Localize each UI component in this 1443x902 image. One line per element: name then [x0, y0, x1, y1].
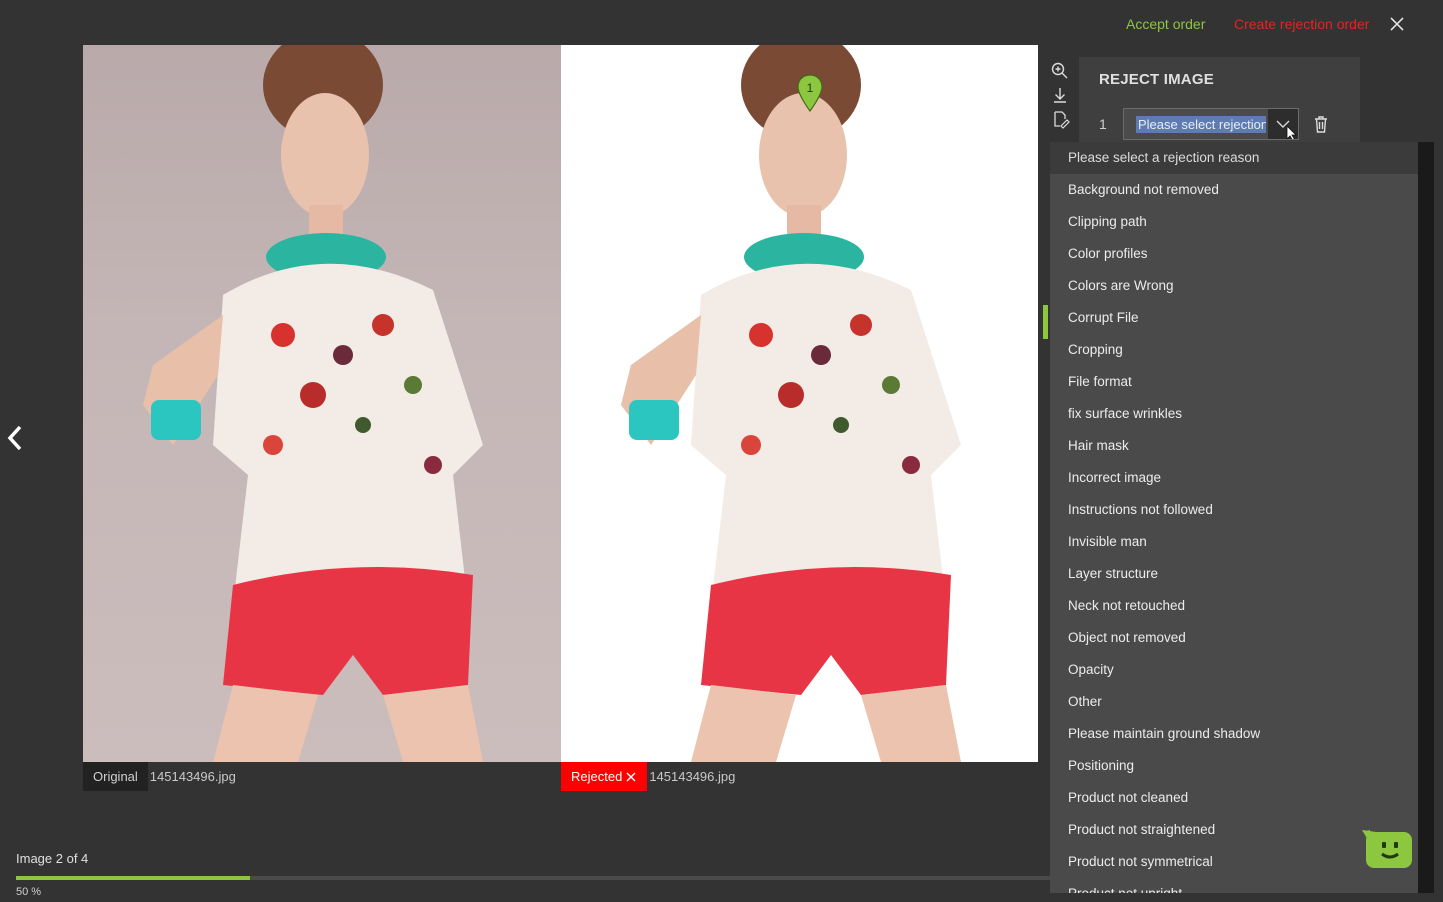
dropdown-option[interactable]: Product not cleaned: [1050, 782, 1418, 814]
original-image: [83, 45, 561, 762]
original-tag: Original: [83, 762, 148, 791]
dropdown-option[interactable]: Color profiles: [1050, 238, 1418, 270]
dropdown-option[interactable]: Invisible man: [1050, 526, 1418, 558]
marker-number: 1: [807, 81, 814, 95]
rejected-tag-label: Rejected: [571, 769, 623, 784]
rejection-row-number: 1: [1099, 116, 1107, 132]
annotate-icon[interactable]: [1049, 108, 1071, 130]
trash-icon[interactable]: [1312, 114, 1330, 134]
top-bar: Accept order Create rejection order: [0, 0, 1443, 48]
dropdown-option[interactable]: fix surface wrinkles: [1050, 398, 1418, 430]
dropdown-option[interactable]: Cropping: [1050, 334, 1418, 366]
active-indicator: [1043, 305, 1048, 339]
progress-fill: [16, 876, 250, 880]
dropdown-option[interactable]: Clipping path: [1050, 206, 1418, 238]
original-caption: Original 145143496.jpg: [83, 762, 236, 791]
chatbot-icon[interactable]: [1362, 830, 1414, 870]
model-photo-rejected: [621, 45, 961, 762]
dropdown-option[interactable]: Positioning: [1050, 750, 1418, 782]
dropdown-option[interactable]: Hair mask: [1050, 430, 1418, 462]
rejected-image[interactable]: 1: [561, 45, 1038, 762]
image-counter: Image 2 of 4: [16, 851, 89, 866]
footer: Image 2 of 4: [16, 850, 88, 868]
dropdown-option[interactable]: Layer structure: [1050, 558, 1418, 590]
dropdown-option[interactable]: Opacity: [1050, 654, 1418, 686]
reject-panel-title: REJECT IMAGE: [1099, 71, 1214, 88]
close-icon[interactable]: [625, 771, 637, 783]
accept-order-button[interactable]: Accept order: [1126, 16, 1205, 32]
chevron-down-icon: [1276, 120, 1297, 142]
progress-bar: [16, 876, 1052, 880]
original-filename: 145143496.jpg: [149, 769, 236, 784]
dropdown-option[interactable]: Background not removed: [1050, 174, 1418, 206]
rejected-caption: Rejected 145143496.jpg: [561, 762, 735, 791]
dropdown-option[interactable]: Product not upright: [1050, 878, 1418, 893]
dropdown-option[interactable]: Instructions not followed: [1050, 494, 1418, 526]
model-photo-original: [143, 45, 483, 762]
dropdown-option[interactable]: Neck not retouched: [1050, 590, 1418, 622]
dropdown-option[interactable]: Incorrect image: [1050, 462, 1418, 494]
dropdown-option[interactable]: Please maintain ground shadow: [1050, 718, 1418, 750]
dropdown-option[interactable]: Colors are Wrong: [1050, 270, 1418, 302]
select-toggle[interactable]: [1268, 109, 1298, 142]
rejected-filename: 145143496.jpg: [649, 769, 736, 784]
rejection-reason-dropdown[interactable]: Please select a rejection reason Backgrou…: [1050, 142, 1418, 893]
rejection-reason-value: Please select rejection reason: [1136, 116, 1266, 133]
dropdown-option[interactable]: Corrupt File: [1050, 302, 1418, 334]
download-icon[interactable]: [1049, 84, 1071, 106]
dropdown-option[interactable]: Object not removed: [1050, 622, 1418, 654]
map-pin-icon[interactable]: 1: [796, 73, 824, 113]
image-toolbar: [1045, 58, 1075, 148]
dropdown-scrollbar[interactable]: [1418, 142, 1434, 893]
reject-image-panel: REJECT IMAGE 1 Please select rejection r…: [1079, 57, 1360, 147]
rejected-tag[interactable]: Rejected: [561, 762, 648, 791]
create-rejection-order-button[interactable]: Create rejection order: [1234, 16, 1369, 32]
chevron-left-icon[interactable]: [4, 424, 26, 452]
dropdown-option[interactable]: Please select a rejection reason: [1050, 142, 1418, 174]
close-icon[interactable]: [1388, 15, 1406, 33]
zoom-in-icon[interactable]: [1049, 60, 1071, 82]
dropdown-option[interactable]: Other: [1050, 686, 1418, 718]
rejection-reason-select[interactable]: Please select rejection reason: [1123, 108, 1299, 142]
progress-percent: 50 %: [16, 886, 42, 898]
dropdown-option[interactable]: File format: [1050, 366, 1418, 398]
